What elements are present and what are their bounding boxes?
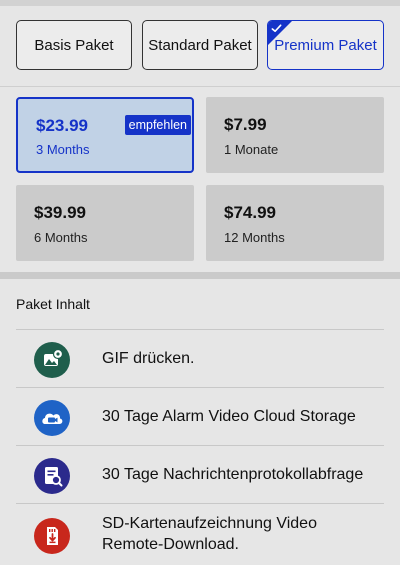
plan-tabs: Basis Paket Standard Paket Premium Paket — [16, 20, 384, 70]
price: $39.99 — [34, 203, 86, 222]
top-strip — [0, 0, 400, 6]
divider — [0, 86, 400, 87]
feature-text: 30 Tage Alarm Video Cloud Storage — [102, 408, 356, 425]
sd-card-download-icon — [34, 518, 70, 554]
feature-text: SD-Kartenaufzeichnung Video Remote-Downl… — [102, 513, 317, 555]
term: 6 Months — [34, 230, 88, 245]
feature-item-gif: GIF drücken. — [16, 329, 384, 387]
price: $23.99 — [36, 116, 88, 135]
section-divider — [0, 272, 400, 279]
tab-premium-paket[interactable]: Premium Paket — [267, 20, 384, 70]
price: $74.99 — [224, 203, 276, 222]
price-card-12-months[interactable]: $74.99 12 Months — [206, 185, 384, 261]
price: $7.99 — [224, 115, 267, 134]
tab-label: Basis Paket — [34, 36, 114, 54]
term: 12 Months — [224, 230, 285, 245]
feature-item-message-log: 30 Tage Nachrichtenprotokollabfrage — [16, 445, 384, 503]
cloud-video-icon — [34, 400, 70, 436]
feature-text: GIF drücken. — [102, 350, 195, 367]
feature-item-sd-download: SD-Kartenaufzeichnung Video Remote-Downl… — [16, 503, 384, 565]
tab-label: Standard Paket — [148, 36, 252, 54]
feature-text: 30 Tage Nachrichtenprotokollabfrage — [102, 466, 364, 483]
gif-image-icon — [34, 342, 70, 378]
term: 1 Monate — [224, 142, 279, 157]
section-title: Paket Inhalt — [16, 296, 90, 312]
recommended-badge: empfehlen — [124, 115, 191, 135]
price-card-3-months[interactable]: $23.99 3 Months empfehlen — [16, 97, 194, 173]
feature-text-line: SD-Kartenaufzeichnung Video — [102, 515, 317, 532]
term: 3 Months — [36, 142, 90, 157]
tab-standard-paket[interactable]: Standard Paket — [142, 20, 258, 70]
feature-item-cloud-storage: 30 Tage Alarm Video Cloud Storage — [16, 387, 384, 445]
message-log-search-icon — [34, 458, 70, 494]
price-card-1-month[interactable]: $7.99 1 Monate — [206, 97, 384, 173]
price-card-6-months[interactable]: $39.99 6 Months — [16, 185, 194, 261]
checkmark-icon — [271, 24, 282, 33]
feature-text-line: Remote-Download. — [102, 536, 239, 553]
tab-basis-paket[interactable]: Basis Paket — [16, 20, 132, 70]
